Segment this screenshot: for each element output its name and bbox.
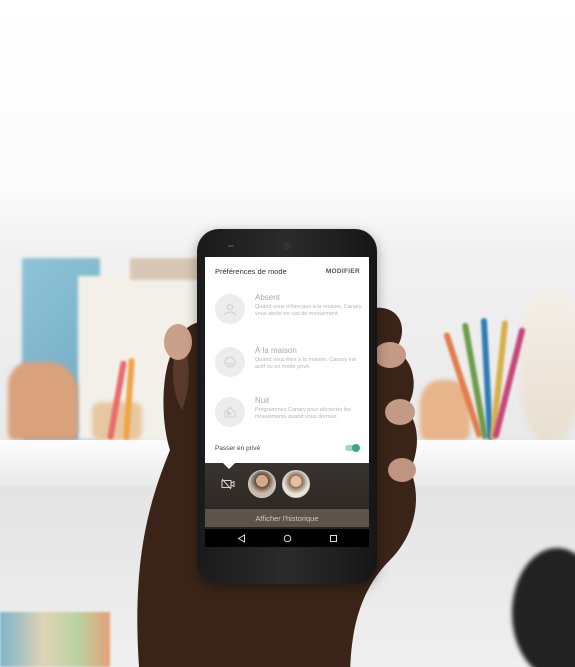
card-title: Préférences de mode [215, 267, 287, 276]
phone-speaker [228, 245, 234, 247]
back-icon[interactable] [235, 532, 247, 544]
smile-face-icon [215, 347, 245, 377]
history-button[interactable]: Afficher l'historique [205, 509, 369, 527]
android-nav-bar [205, 529, 369, 547]
edit-button[interactable]: MODIFIER [326, 268, 360, 275]
private-mode-label: Passer en privé [215, 445, 261, 452]
home-icon[interactable] [281, 532, 293, 544]
avatar[interactable] [282, 470, 310, 498]
phone-camera [283, 242, 291, 250]
mode-title: Nuit [255, 396, 270, 405]
mode-preferences-card: Préférences de mode MODIFIER Absent Quan… [205, 257, 369, 463]
person-away-icon [215, 294, 245, 324]
book-stack [0, 612, 110, 667]
wooden-horse-toy [8, 362, 78, 440]
poster-top [130, 258, 200, 280]
card-pointer [223, 463, 235, 469]
private-mode-toggle[interactable] [345, 444, 360, 452]
house-moon-icon [215, 397, 245, 427]
recents-icon[interactable] [327, 532, 339, 544]
mode-description: Quand vous n'êtes pas à la maison, Canar… [255, 304, 362, 317]
camera-off-icon[interactable] [221, 477, 235, 490]
mode-title: Absent [255, 293, 280, 302]
plush-dog-toy [520, 290, 575, 440]
photo-background: Préférences de mode MODIFIER Absent Quan… [0, 0, 575, 667]
mode-description: Programmez Canary pour déctecter les mou… [255, 407, 351, 420]
mode-night[interactable]: Nuit Programmez Canary pour déctecter le… [213, 396, 363, 434]
avatar[interactable] [248, 470, 276, 498]
mode-description: Quand vous êtes à la maison, Canary est … [255, 357, 356, 370]
mode-home[interactable]: À la maison Quand vous êtes à la maison,… [213, 346, 363, 384]
toggle-knob [352, 444, 360, 452]
phone-screen: Préférences de mode MODIFIER Absent Quan… [205, 257, 369, 547]
mode-away[interactable]: Absent Quand vous n'êtes pas à la maison… [213, 293, 363, 331]
mode-title: À la maison [255, 346, 297, 355]
